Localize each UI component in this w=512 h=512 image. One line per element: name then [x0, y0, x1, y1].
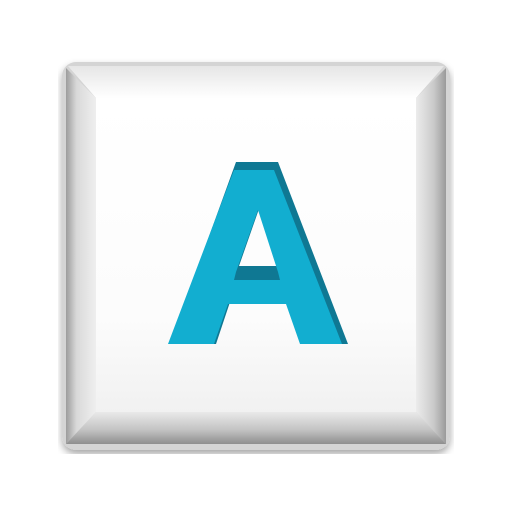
keyboard-key-icon[interactable]: A	[58, 58, 454, 454]
keycap-graphic: A	[62, 62, 450, 450]
keycap-body	[62, 62, 450, 450]
app-icon-canvas: A	[0, 0, 512, 512]
